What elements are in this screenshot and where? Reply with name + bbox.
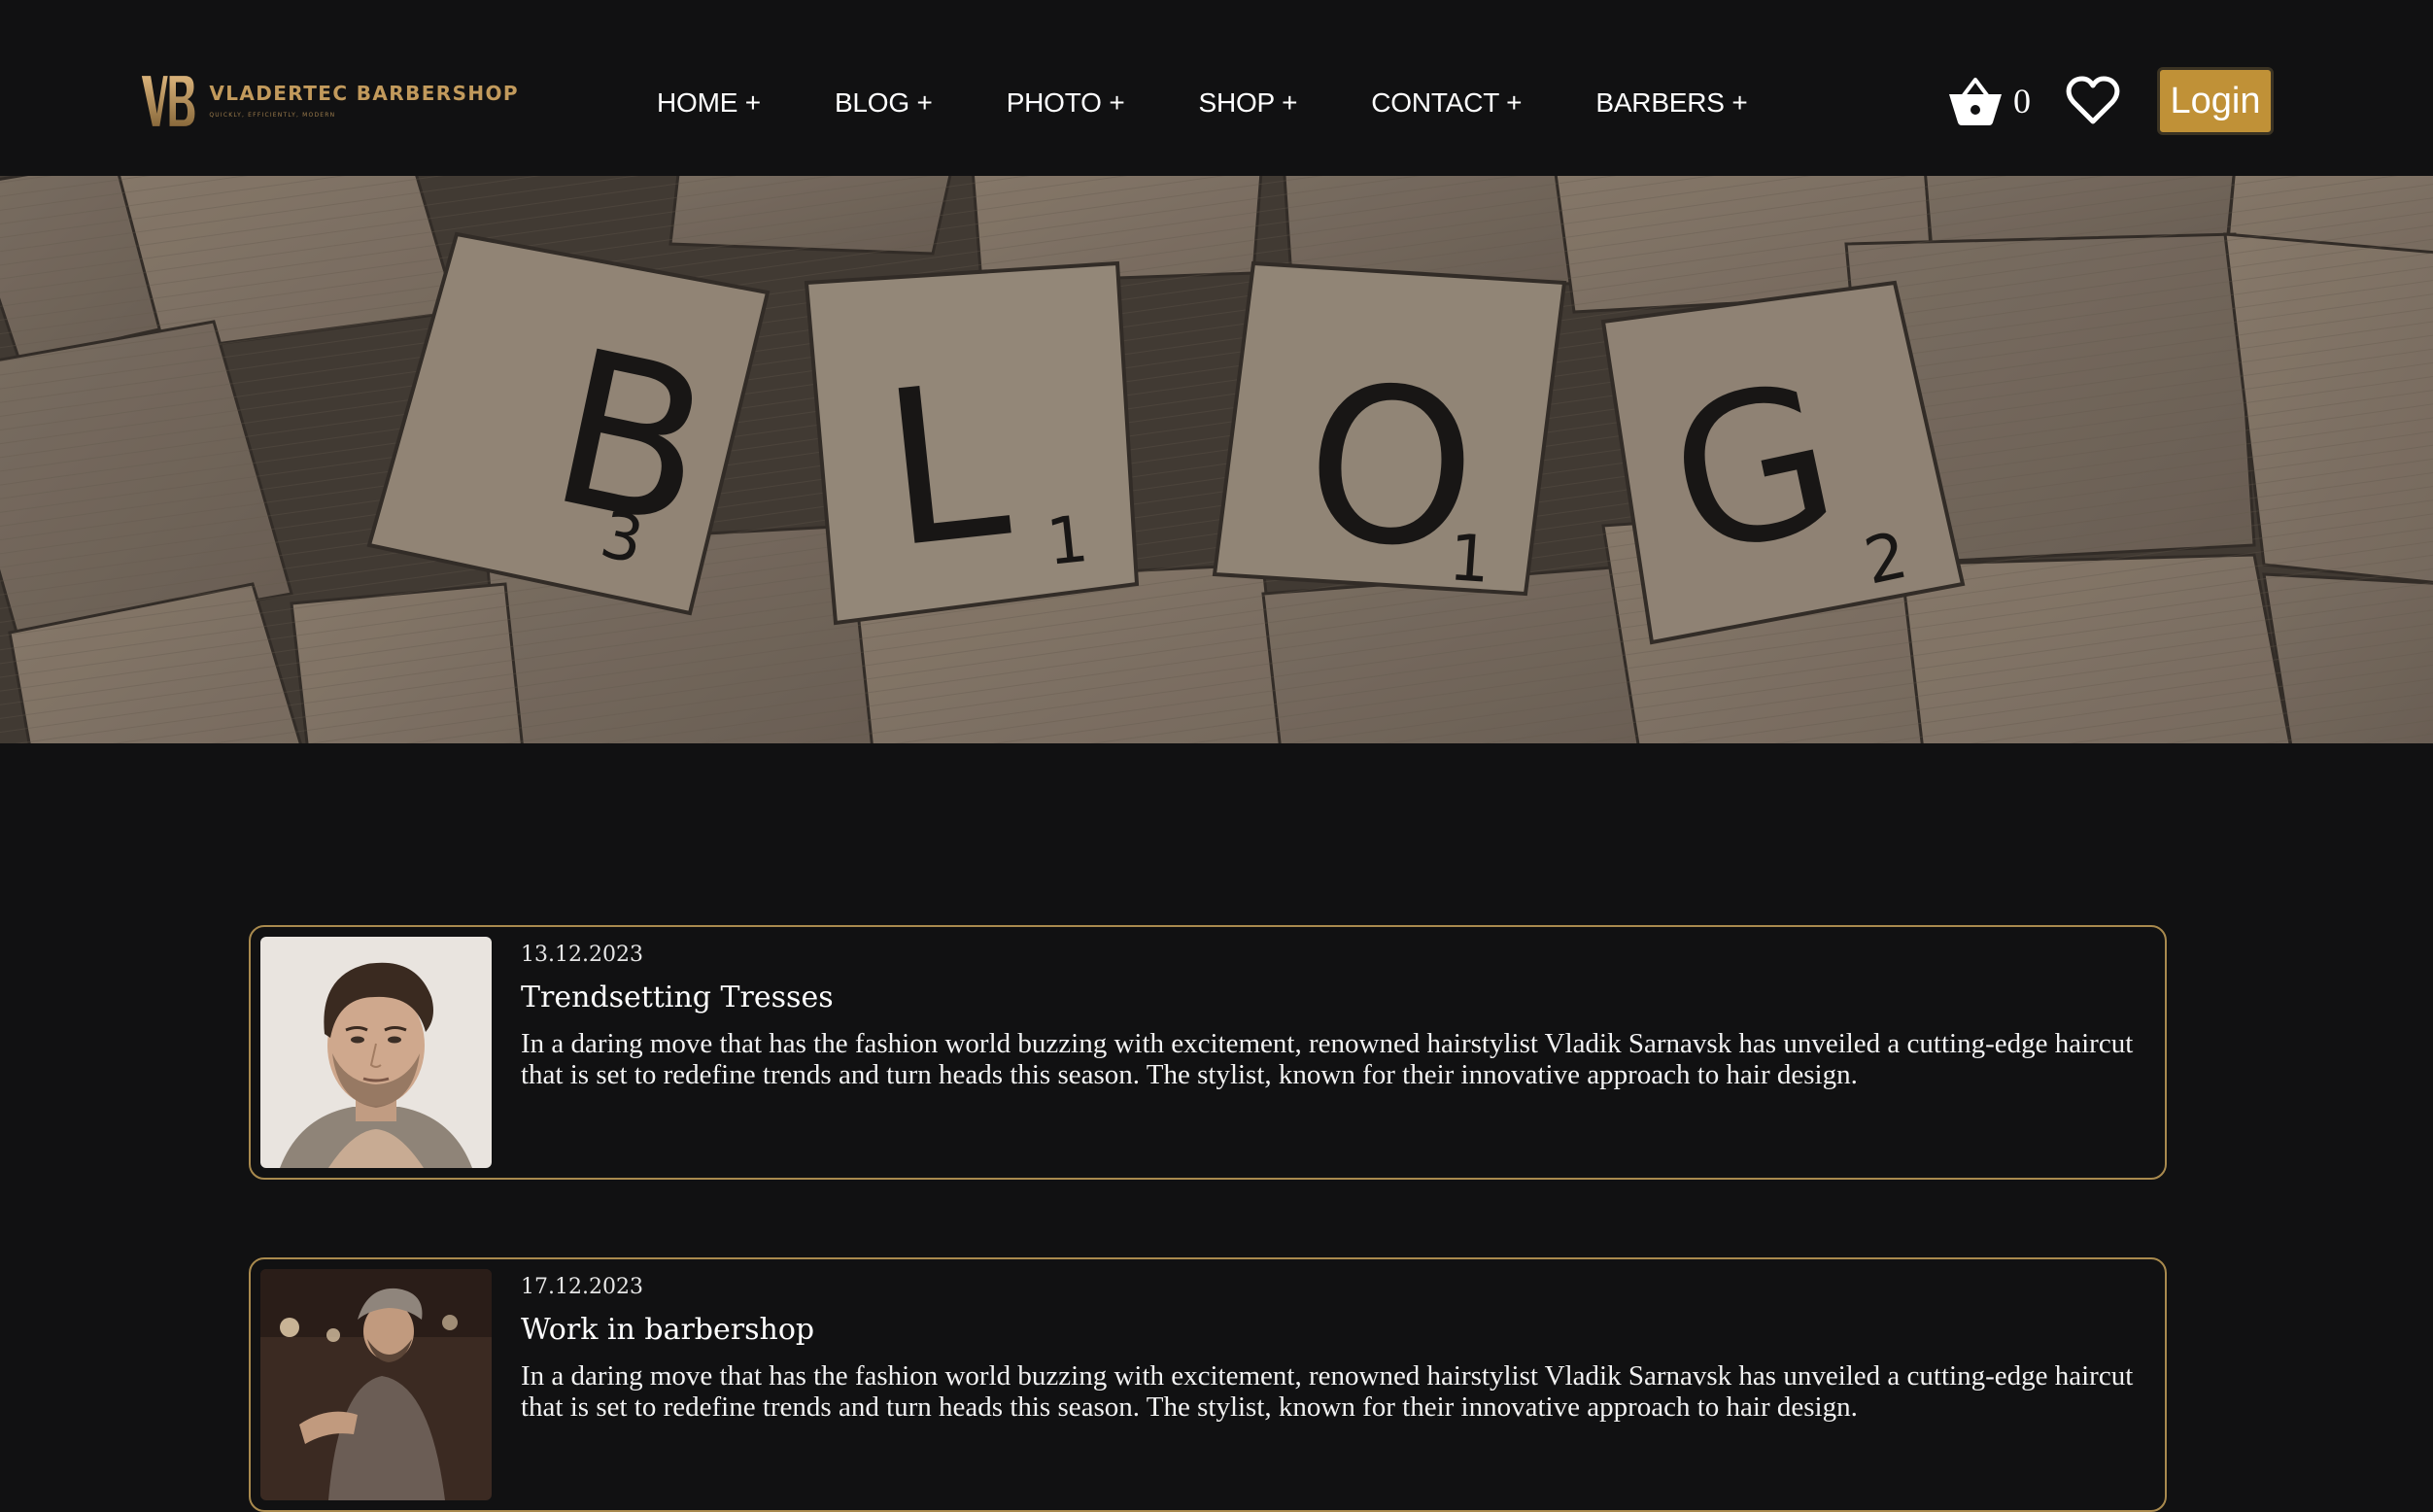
barber-at-work-image [260, 1269, 492, 1500]
post-content: 13.12.2023 Trendsetting Tresses In a dar… [521, 939, 2151, 1091]
post-thumbnail [260, 937, 492, 1168]
post-title[interactable]: Work in barbershop [521, 1316, 2151, 1345]
post-thumbnail [260, 1269, 492, 1500]
post-date: 13.12.2023 [521, 943, 643, 967]
basket-icon [1949, 78, 2002, 125]
blog-tiles-image: B 3 L 1 O 1 G 2 [0, 176, 2433, 743]
nav-item-shop[interactable]: SHOP + [1198, 87, 1297, 119]
login-button[interactable]: Login [2157, 67, 2274, 135]
nav-item-contact[interactable]: CONTACT + [1371, 87, 1522, 119]
post-content: 17.12.2023 Work in barbershop In a darin… [521, 1271, 2151, 1424]
nav-item-photo[interactable]: PHOTO + [1007, 87, 1125, 119]
nav-item-home[interactable]: HOME + [657, 87, 761, 119]
blog-post-card[interactable]: 17.12.2023 Work in barbershop In a darin… [249, 1257, 2167, 1512]
post-excerpt: In a daring move that has the fashion wo… [521, 1028, 2134, 1090]
nav-item-blog[interactable]: BLOG + [835, 87, 933, 119]
vb-monogram-icon [141, 76, 195, 126]
heart-icon [2066, 76, 2120, 124]
brand-logo[interactable]: VLADERTEC BARBERSHOP QUICKLY, EFFICIENTL… [140, 66, 519, 136]
portrait-image [260, 937, 492, 1168]
brand-name: VLADERTEC BARBERSHOP [209, 82, 519, 105]
site-header: VLADERTEC BARBERSHOP QUICKLY, EFFICIENTL… [0, 0, 2433, 176]
post-excerpt: In a daring move that has the fashion wo… [521, 1360, 2134, 1423]
blog-post-card[interactable]: 13.12.2023 Trendsetting Tresses In a dar… [249, 925, 2167, 1180]
main-nav: HOME + BLOG + PHOTO + SHOP + CONTACT + B… [657, 82, 1748, 124]
hero-banner: B 3 L 1 O 1 G 2 [0, 176, 2433, 743]
wishlist-button[interactable] [2066, 76, 2120, 126]
cart-button[interactable]: 0 [1947, 72, 2031, 130]
nav-item-barbers[interactable]: BARBERS + [1595, 87, 1747, 119]
brand-tagline: QUICKLY, EFFICIENTLY, MODERN [209, 112, 336, 119]
cart-count: 0 [2013, 82, 2031, 120]
post-date: 17.12.2023 [521, 1275, 643, 1299]
post-title[interactable]: Trendsetting Tresses [521, 983, 2151, 1013]
